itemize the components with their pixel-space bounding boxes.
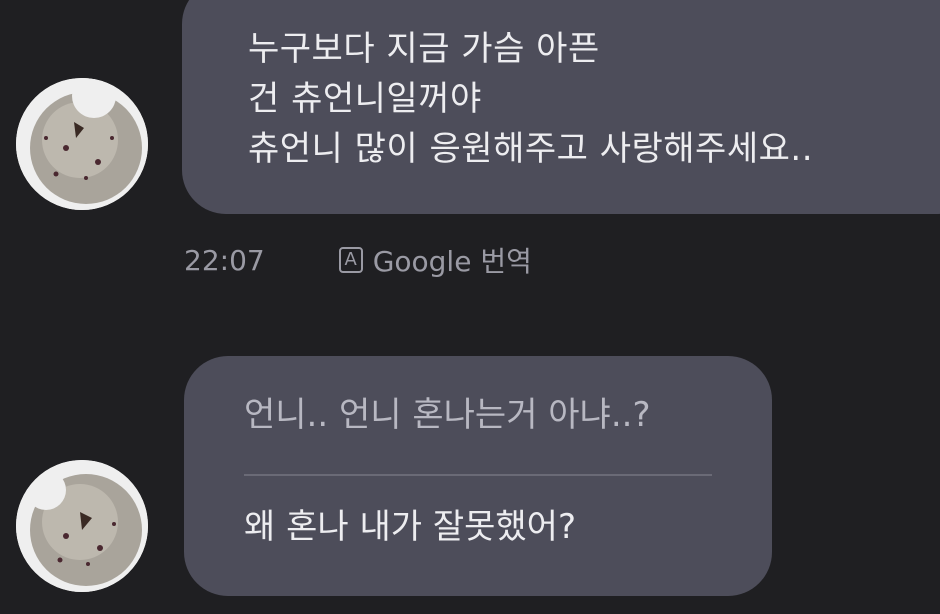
message-meta: 22:07 A Google 번역 (184, 240, 532, 280)
message-text: 누구보다 지금 가슴 아픈 건 츄언니일꺼야 츄언니 많이 응원해주고 사랑해주… (248, 24, 813, 174)
message-bubble[interactable]: 누구보다 지금 가슴 아픈 건 츄언니일꺼야 츄언니 많이 응원해주고 사랑해주… (182, 0, 940, 214)
original-text: 왜 혼나 내가 잘못했어? (244, 507, 576, 547)
message-line: 누구보다 지금 가슴 아픈 (248, 29, 600, 69)
translate-button[interactable]: A Google 번역 (338, 240, 532, 280)
message-bubble[interactable]: 언니.. 언니 혼나는거 아냐..? 왜 혼나 내가 잘못했어? (184, 356, 772, 596)
bagel-avatar-icon[interactable] (16, 460, 148, 592)
translation-divider (244, 474, 712, 476)
translate-label: Google 번역 (372, 245, 532, 278)
message-timestamp: 22:07 (184, 243, 265, 277)
chat-screen: 누구보다 지금 가슴 아픈 건 츄언니일꺼야 츄언니 많이 응원해주고 사랑해주… (0, 0, 940, 614)
translate-icon: A (338, 247, 363, 273)
bagel-avatar-icon[interactable] (16, 78, 148, 210)
message-line: 츄언니 많이 응원해주고 사랑해주세요.. (248, 129, 814, 169)
message-line: 건 츄언니일꺼야 (248, 79, 482, 119)
translated-text: 언니.. 언니 혼나는거 아냐..? (244, 395, 651, 435)
